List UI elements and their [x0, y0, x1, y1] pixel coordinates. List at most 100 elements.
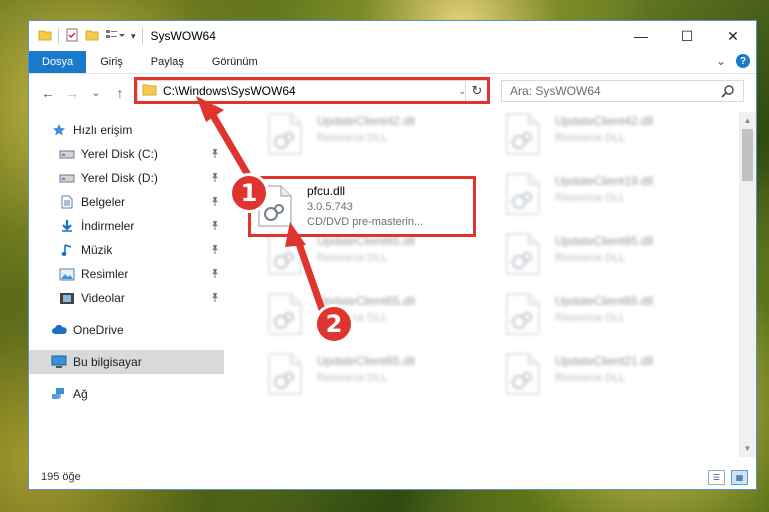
sidebar-item-i-ndirmeler[interactable]: İndirmeler: [29, 214, 224, 238]
file-item[interactable]: UpdateClient19.dll Resource DLL: [487, 172, 707, 222]
view-switcher: ☰ ▦: [708, 469, 748, 485]
pin-icon[interactable]: [210, 292, 220, 305]
step-2-badge: 2: [314, 304, 354, 344]
tab-file[interactable]: Dosya: [29, 51, 87, 73]
dll-file-icon: [267, 352, 307, 396]
file-name: UpdateClient19.dll: [555, 174, 654, 188]
up-button[interactable]: ↑: [111, 85, 129, 101]
new-folder-icon[interactable]: [85, 28, 99, 45]
file-item[interactable]: UpdateClient21.dll Resource DLL: [487, 352, 707, 402]
music-icon: [59, 242, 75, 258]
file-item[interactable]: UpdateClient65.dllResource DLL: [249, 232, 469, 282]
pin-icon[interactable]: [210, 244, 220, 257]
window-controls: — ☐ ✕: [618, 21, 756, 51]
sidebar-item-network[interactable]: Ağ: [29, 382, 224, 406]
file-name: UpdateClient65.dll: [317, 354, 416, 368]
sidebar-item-label: Bu bilgisayar: [73, 355, 142, 369]
drive-icon: [59, 146, 75, 162]
file-item[interactable]: UpdateClient65.dllResource DLL: [487, 232, 707, 282]
file-type: Resource DLL: [555, 372, 626, 384]
pin-icon[interactable]: [210, 220, 220, 233]
pinned-items: Yerel Disk (C:) Yerel Disk (D:) Belgeler İn…: [29, 142, 224, 310]
window-title: SysWOW64: [150, 29, 216, 43]
computer-icon: [51, 354, 67, 370]
properties-icon[interactable]: [65, 28, 79, 45]
scroll-up-icon[interactable]: ▲: [739, 112, 756, 129]
sidebar-item-müzik[interactable]: Müzik: [29, 238, 224, 262]
file-item[interactable]: UpdateClient65.dllResource DLL: [487, 292, 707, 342]
sidebar-item-label: İndirmeler: [81, 219, 135, 233]
file-list: UpdateClient42.dll Resource DLL UpdateClie…: [229, 112, 739, 457]
file-item[interactable]: UpdateClient65.dllResource DLL: [249, 352, 469, 402]
file-item[interactable]: UpdateClient42.dll Resource DLL: [249, 112, 469, 162]
minimize-button[interactable]: —: [618, 21, 664, 51]
file-item[interactable]: UpdateClient42.dll Resource DLL: [487, 112, 707, 162]
sidebar-item-label: Müzik: [81, 243, 113, 257]
sidebar-item-resimler[interactable]: Resimler: [29, 262, 224, 286]
sidebar-item-label: Belgeler: [81, 195, 126, 209]
file-name: UpdateClient65.dll: [555, 294, 654, 308]
search-icon[interactable]: [721, 84, 735, 101]
file-item[interactable]: UpdateClient65.dllResource DLL: [249, 292, 469, 342]
sidebar-item-quick-access[interactable]: Hızlı erişim: [29, 118, 224, 142]
sidebar-item-yerel-disk-c[interactable]: Yerel Disk (C:): [29, 142, 224, 166]
vertical-scrollbar[interactable]: ▲ ▼: [739, 112, 756, 457]
pictures-icon: [59, 266, 75, 282]
file-explorer-window: ▾ SysWOW64 — ☐ ✕ Dosya Giriş Paylaş Görü…: [28, 20, 757, 490]
title-bar: ▾ SysWOW64 — ☐ ✕: [29, 21, 756, 51]
ribbon-right-controls: ⌄ ?: [716, 54, 750, 68]
sidebar-item-this-pc[interactable]: Bu bilgisayar: [29, 350, 224, 374]
toolbar-divider: [141, 28, 143, 44]
dll-file-icon: [267, 112, 307, 156]
tab-home[interactable]: Giriş: [86, 51, 137, 73]
sidebar-item-label: Yerel Disk (C:): [81, 147, 158, 161]
quick-access-toolbar: ▾: [29, 28, 143, 45]
sidebar-item-label: Yerel Disk (D:): [81, 171, 158, 185]
pin-icon[interactable]: [210, 268, 220, 281]
qat-dropdown-icon[interactable]: ▾: [131, 31, 136, 42]
pin-icon[interactable]: [210, 148, 220, 161]
back-button[interactable]: ←: [39, 85, 57, 101]
address-highlight-box: [134, 77, 490, 104]
network-icon: [51, 386, 67, 402]
customize-toolbar-icon[interactable]: [105, 28, 125, 45]
ribbon-tabs: Dosya Giriş Paylaş Görünüm ⌄ ?: [29, 51, 756, 74]
download-icon: [59, 218, 75, 234]
expand-ribbon-icon[interactable]: ⌄: [716, 54, 726, 68]
file-highlight-box: [248, 176, 476, 237]
sidebar-item-belgeler[interactable]: Belgeler: [29, 190, 224, 214]
recent-locations-button[interactable]: ⌄: [87, 88, 105, 99]
sidebar-item-videolar[interactable]: Videolar: [29, 286, 224, 310]
details-view-icon[interactable]: ☰: [708, 469, 725, 485]
sidebar-item-yerel-disk-d[interactable]: Yerel Disk (D:): [29, 166, 224, 190]
large-icons-view-icon[interactable]: ▦: [731, 469, 748, 485]
status-bar: 195 öğe ☰ ▦: [29, 465, 756, 489]
dll-file-icon: [505, 352, 545, 396]
file-type: Resource DLL: [555, 132, 626, 144]
file-type: Resource DLL: [555, 252, 626, 264]
dll-file-icon: [505, 172, 545, 216]
maximize-button[interactable]: ☐: [664, 21, 710, 51]
sidebar-item-onedrive[interactable]: OneDrive: [29, 318, 224, 342]
file-name: UpdateClient21.dll: [555, 354, 654, 368]
pin-icon[interactable]: [210, 172, 220, 185]
forward-button[interactable]: →: [63, 85, 81, 101]
sidebar-item-label: Hızlı erişim: [73, 123, 133, 137]
dll-file-icon: [267, 292, 307, 336]
scroll-thumb[interactable]: [742, 129, 753, 181]
dll-file-icon: [505, 232, 545, 276]
cloud-icon: [51, 322, 67, 338]
scroll-down-icon[interactable]: ▼: [739, 440, 756, 457]
close-button[interactable]: ✕: [710, 21, 756, 51]
search-input[interactable]: Ara: SysWOW64: [501, 80, 744, 102]
pin-icon[interactable]: [210, 196, 220, 209]
tab-view[interactable]: Görünüm: [198, 51, 272, 73]
step-1-badge: 1: [229, 173, 269, 213]
dll-file-icon: [267, 232, 307, 276]
sidebar-item-label: OneDrive: [73, 323, 124, 337]
file-type: Resource DLL: [317, 252, 388, 264]
help-icon[interactable]: ?: [736, 54, 750, 68]
sidebar-item-label: Videolar: [81, 291, 125, 305]
tab-share[interactable]: Paylaş: [137, 51, 198, 73]
sidebar-item-label: Resimler: [81, 267, 129, 281]
